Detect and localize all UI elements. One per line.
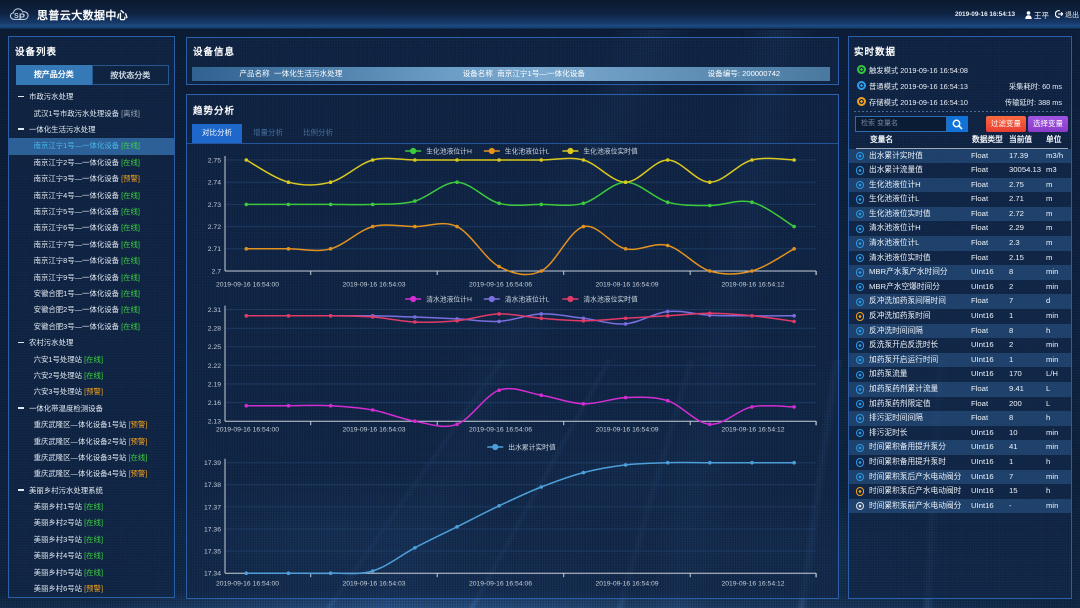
svg-text:清水池液位计L: 清水池液位计L xyxy=(505,294,550,303)
svg-text:2019-09-16 16:54:03: 2019-09-16 16:54:03 xyxy=(342,281,405,288)
svg-text:2019-09-16 16:54:09: 2019-09-16 16:54:09 xyxy=(595,281,658,288)
svg-text:2.73: 2.73 xyxy=(208,202,221,209)
svg-text:生化池液位计H: 生化池液位计H xyxy=(426,146,472,155)
svg-text:2019-09-16 16:54:03: 2019-09-16 16:54:03 xyxy=(342,580,405,587)
svg-text:2019-09-16 16:54:09: 2019-09-16 16:54:09 xyxy=(595,580,658,587)
svg-text:清水池液位计H: 清水池液位计H xyxy=(426,294,472,303)
svg-text:17.36: 17.36 xyxy=(204,526,221,533)
svg-text:生化池液位实时值: 生化池液位实时值 xyxy=(583,146,638,155)
svg-text:2019-09-16 16:54:06: 2019-09-16 16:54:06 xyxy=(469,580,532,587)
svg-text:清水池液位实时值: 清水池液位实时值 xyxy=(583,294,638,303)
svg-text:2.13: 2.13 xyxy=(208,419,221,426)
svg-text:2019-09-16 16:54:12: 2019-09-16 16:54:12 xyxy=(721,427,784,434)
svg-text:2.74: 2.74 xyxy=(208,180,221,187)
svg-text:17.37: 17.37 xyxy=(204,504,221,511)
svg-text:2.22: 2.22 xyxy=(208,363,221,370)
svg-text:生化池液位计L: 生化池液位计L xyxy=(505,146,550,155)
svg-text:2019-09-16 16:54:06: 2019-09-16 16:54:06 xyxy=(469,281,532,288)
svg-text:17.34: 17.34 xyxy=(204,571,221,578)
svg-text:2.25: 2.25 xyxy=(208,344,221,351)
svg-text:2.7: 2.7 xyxy=(212,268,222,275)
svg-text:2.28: 2.28 xyxy=(208,326,221,333)
svg-text:2.75: 2.75 xyxy=(208,157,221,164)
svg-text:P: P xyxy=(19,12,25,22)
svg-text:2019-09-16 16:54:00: 2019-09-16 16:54:00 xyxy=(216,427,279,434)
svg-text:出水累计实时值: 出水累计实时值 xyxy=(508,442,556,451)
svg-text:2019-09-16 16:54:09: 2019-09-16 16:54:09 xyxy=(595,427,658,434)
svg-text:2019-09-16 16:54:12: 2019-09-16 16:54:12 xyxy=(721,580,784,587)
svg-text:2.72: 2.72 xyxy=(208,224,221,231)
svg-text:17.38: 17.38 xyxy=(204,482,221,489)
svg-text:2019-09-16 16:54:06: 2019-09-16 16:54:06 xyxy=(469,427,532,434)
svg-text:2019-09-16 16:54:12: 2019-09-16 16:54:12 xyxy=(721,281,784,288)
svg-text:17.39: 17.39 xyxy=(204,460,221,467)
svg-text:17.35: 17.35 xyxy=(204,549,221,556)
svg-text:2.71: 2.71 xyxy=(208,246,221,253)
svg-text:2.19: 2.19 xyxy=(208,381,221,388)
svg-text:2019-09-16 16:54:00: 2019-09-16 16:54:00 xyxy=(216,281,279,288)
svg-text:2.16: 2.16 xyxy=(208,400,221,407)
svg-text:2019-09-16 16:54:00: 2019-09-16 16:54:00 xyxy=(216,580,279,587)
svg-text:2019-09-16 16:54:03: 2019-09-16 16:54:03 xyxy=(342,427,405,434)
svg-text:2.31: 2.31 xyxy=(208,307,221,314)
